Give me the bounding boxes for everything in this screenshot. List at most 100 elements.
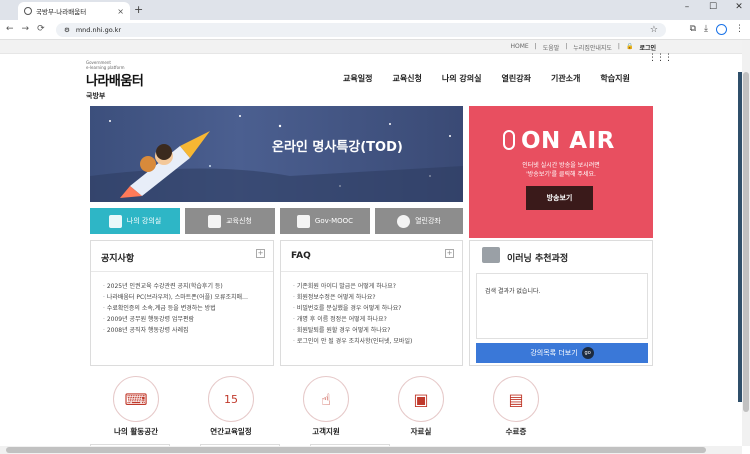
shortcut-customer-support[interactable]: ☝ 고객지원 [286, 376, 366, 437]
profile-avatar[interactable] [716, 24, 727, 35]
list-item[interactable]: 기존회원 아이디 발급은 어떻게 하나요? [293, 281, 412, 292]
globe-icon [24, 7, 32, 15]
download-icon[interactable]: ⤓ [704, 24, 708, 35]
calendar-15-icon: 15 [208, 376, 254, 422]
quick-label: 열린강좌 [415, 217, 441, 225]
list-item[interactable]: 수료확인증의 소속,계급 등을 변경하는 방법 [103, 303, 248, 314]
browser-tab[interactable]: 국방부-나라배움터 × [18, 2, 130, 20]
url-text: mnd.nhi.go.kr [75, 26, 122, 34]
list-item[interactable]: 로그인이 안 될 경우 조치사항(인터넷, 모바일) [293, 336, 413, 347]
onair-title: ON AIR [521, 128, 615, 154]
list-item[interactable]: 2008년 공직자 행동강령 사례집 [103, 325, 248, 336]
calendar-icon [482, 247, 500, 263]
browser-toolbar: ← → ⟳ ⚙ mnd.nhi.go.kr ☆ ⧉ ⤓ ⋮ [0, 20, 750, 40]
more-label: 강의목록 더보기 [530, 349, 578, 357]
logo-org: 국방부 [86, 92, 106, 100]
extensions-icon[interactable]: ⧉ [690, 24, 696, 35]
browser-tabbar: 국방부-나라배움터 × + – ☐ ✕ [0, 0, 750, 20]
quick-open-lecture[interactable]: 열린강좌 [375, 208, 463, 234]
quick-label: Gov-MOOC [314, 217, 354, 225]
shortcut-label: 나의 활동공간 [113, 427, 158, 436]
watch-broadcast-button[interactable]: 방송보기 [526, 186, 593, 210]
hand-pointer-icon: ☝ [303, 376, 349, 422]
all-menu-icon[interactable]: ⋮⋮⋮ [648, 54, 673, 63]
onair-panel: ON AIR 인터넷 실시간 방송을 보시려면 '방송보기'를 클릭해 주세요.… [469, 106, 653, 238]
quick-my-classroom[interactable]: 나의 강의실 [90, 208, 180, 234]
shortcut-certificate[interactable]: ▤ 수료증 [476, 376, 556, 437]
quick-icon-row: ⌨ 나의 활동공간 15 연간교육일정 ☝ 고객지원 ▣ 자료실 ▤ 수료증 [90, 376, 653, 446]
form-icon [208, 214, 222, 228]
nav-buttons: ← → ⟳ [6, 24, 45, 34]
bulb-icon [397, 214, 411, 228]
certificate-icon: ▤ [493, 376, 539, 422]
faq-title: FAQ [291, 251, 311, 261]
shortcut-label: 고객지원 [312, 427, 340, 436]
new-tab-button[interactable]: + [134, 3, 143, 16]
laptop-icon: ⌨ [113, 376, 159, 422]
nav-item-schedule[interactable]: 교육일정 [343, 73, 372, 84]
hero-banner[interactable]: 온라인 명사특강(TOD) [90, 106, 463, 202]
recommend-box: 이러닝 추천과정 검색 결과가 없습니다. 강의목록 더보기 go [469, 240, 653, 366]
microphone-icon [503, 130, 515, 150]
shortcut-annual-schedule[interactable]: 15 연간교육일정 [191, 376, 271, 437]
notice-title: 공지사항 [101, 254, 135, 264]
maximize-button[interactable]: ☐ [706, 2, 720, 12]
quick-label: 교육신청 [226, 217, 252, 225]
util-link-sitemap[interactable]: 누리집안내지도 [573, 43, 612, 52]
vertical-scrollbar[interactable] [742, 40, 750, 446]
notice-box: 공지사항 + 2025년 인권교육 수강관련 공지(학습후기 등) 나라배움터 … [90, 240, 274, 366]
course-list-more-button[interactable]: 강의목록 더보기 go [476, 343, 648, 363]
util-link-help[interactable]: 도움말 [543, 43, 560, 52]
forward-icon[interactable]: → [22, 24, 30, 34]
login-link[interactable]: 로그인 [639, 43, 656, 52]
site-logo[interactable]: Government e-learning platform 나라배움터 국방부 [86, 60, 144, 101]
nav-item-my-classroom[interactable]: 나의 강의실 [442, 73, 482, 84]
nav-item-open-lecture[interactable]: 열린강좌 [502, 73, 531, 84]
faq-more-plus-icon[interactable]: + [445, 249, 454, 258]
site-info-icon[interactable]: ⚙ [64, 26, 70, 34]
horizontal-scrollbar[interactable] [0, 446, 742, 454]
tab-close-icon[interactable]: × [117, 7, 124, 16]
onair-description: 인터넷 실시간 방송을 보시려면 '방송보기'를 클릭해 주세요. [469, 161, 653, 179]
onair-desc-line2: '방송보기'를 클릭해 주세요. [526, 171, 596, 178]
hero-title: 온라인 명사특강(TOD) [272, 140, 403, 155]
faq-box: FAQ + 기존회원 아이디 발급은 어떻게 하나요? 회원정보수정은 어떻게 … [280, 240, 463, 366]
utility-links: HOME | 도움말 | 누리집안내지도 | 🔒 로그인 [510, 43, 656, 52]
notice-list: 2025년 인권교육 수강관련 공지(학습후기 등) 나라배움터 PC(브라우저… [103, 281, 248, 336]
lock-icon: 🔒 [625, 43, 634, 50]
nav-item-apply[interactable]: 교육신청 [392, 73, 421, 84]
bookmark-star-icon[interactable]: ☆ [650, 25, 658, 35]
address-bar[interactable]: ⚙ mnd.nhi.go.kr ☆ [56, 23, 666, 37]
faq-list: 기존회원 아이디 발급은 어떻게 하나요? 회원정보수정은 어떻게 하나요? 비… [293, 281, 413, 347]
shortcut-label: 자료실 [410, 427, 432, 436]
toolbar-icons: ⧉ ⤓ ⋮ [690, 24, 744, 35]
list-item[interactable]: 회원정보수정은 어떻게 하나요? [293, 292, 412, 303]
shortcut-my-activity[interactable]: ⌨ 나의 활동공간 [96, 376, 176, 437]
shortcut-label: 수료증 [505, 427, 527, 436]
list-item[interactable]: 나라배움터 PC(브라우저), 스마트폰(어플) 오류조치매… [103, 292, 248, 303]
reload-icon[interactable]: ⟳ [37, 24, 45, 34]
nav-item-about[interactable]: 기관소개 [551, 73, 580, 84]
main-nav: 교육일정 교육신청 나의 강의실 열린강좌 기관소개 학습지원 [343, 73, 630, 84]
tab-title: 국방부-나라배움터 [36, 8, 87, 16]
quick-label: 나의 강의실 [126, 217, 162, 225]
quick-apply[interactable]: 교육신청 [185, 208, 275, 234]
monitor-icon [108, 214, 122, 228]
list-item[interactable]: 2025년 인권교육 수강관련 공지(학습후기 등) [103, 281, 248, 292]
close-window-button[interactable]: ✕ [732, 2, 746, 12]
back-icon[interactable]: ← [6, 24, 14, 34]
nav-item-support[interactable]: 학습지원 [600, 73, 629, 84]
list-item[interactable]: 비밀번호를 분실했을 경우 어떻게 하나요? [293, 303, 412, 314]
empty-message: 검색 결과가 없습니다. [485, 288, 541, 295]
list-item[interactable]: 회원탈퇴를 원할 경우 어떻게 하나요? [293, 325, 412, 336]
notice-more-plus-icon[interactable]: + [256, 249, 265, 258]
recommend-title: 이러닝 추천과정 [507, 254, 569, 264]
quick-gov-mooc[interactable]: Gov-MOOC [280, 208, 370, 234]
list-item[interactable]: 개명 후 이름 정정은 어떻게 하나요? [293, 314, 412, 325]
shortcut-resources[interactable]: ▣ 자료실 [381, 376, 461, 437]
page-viewport: HOME | 도움말 | 누리집안내지도 | 🔒 로그인 Government … [0, 40, 742, 446]
menu-kebab-icon[interactable]: ⋮ [735, 24, 744, 35]
minimize-button[interactable]: – [680, 2, 694, 12]
util-link-home[interactable]: HOME [510, 43, 528, 52]
list-item[interactable]: 2009년 공무원 행동강령 업무편람 [103, 314, 248, 325]
